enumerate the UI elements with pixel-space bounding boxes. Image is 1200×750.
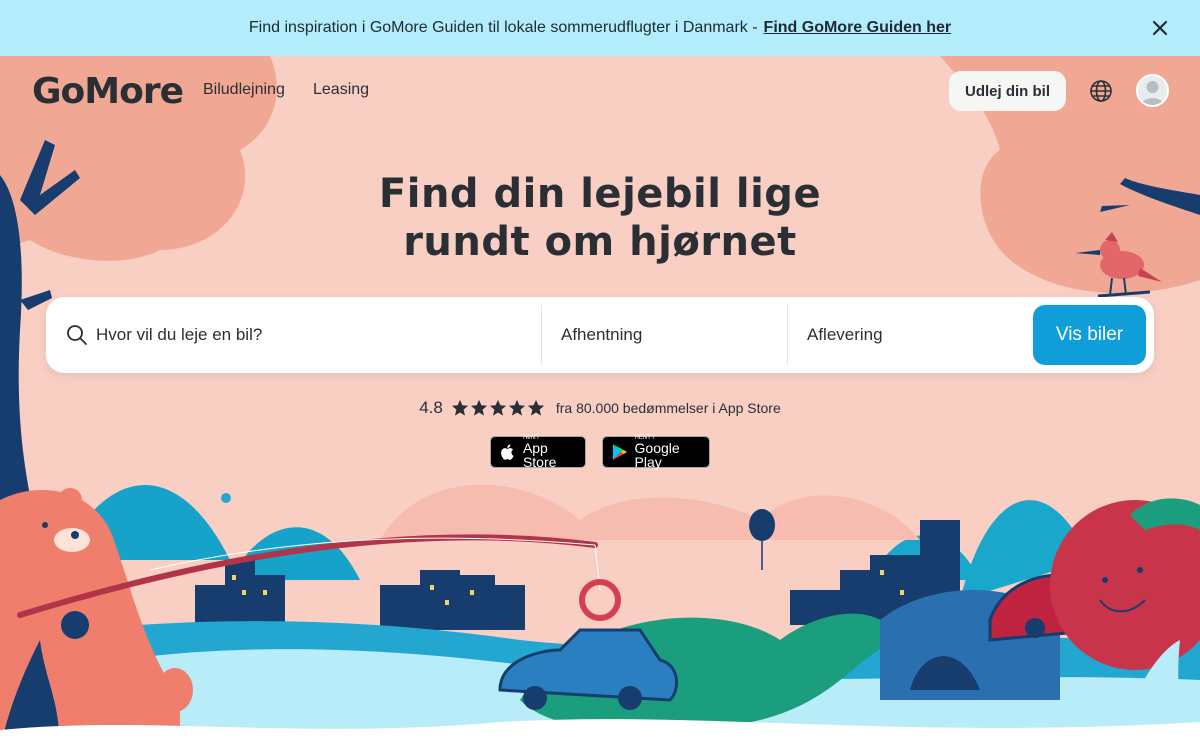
dropoff-date-field[interactable]: Aflevering bbox=[787, 305, 1033, 365]
google-play-badge[interactable]: HENT I Google Play bbox=[602, 435, 710, 470]
star-icon bbox=[451, 399, 468, 416]
hero-headline: Find din lejebil lige rundt om hjørnet bbox=[0, 170, 1200, 266]
nav-link-car-rental[interactable]: Biludlejning bbox=[203, 81, 285, 99]
app-store-badge[interactable]: Hent i App Store bbox=[490, 435, 586, 470]
gomore-logo[interactable]: GoMore bbox=[32, 71, 184, 112]
location-search-field[interactable]: Hvor vil du leje en bil? bbox=[66, 305, 541, 365]
banner-text: Find inspiration i GoMore Guiden til lok… bbox=[248, 19, 758, 36]
search-bar: Hvor vil du leje en bil? Afhentning Afle… bbox=[46, 297, 1154, 373]
star-icon bbox=[508, 399, 525, 416]
location-placeholder: Hvor vil du leje en bil? bbox=[96, 325, 263, 344]
rent-out-car-button[interactable]: Udlej din bil bbox=[949, 71, 1066, 111]
pickup-label: Afhentning bbox=[561, 325, 643, 344]
user-silhouette-icon bbox=[1141, 81, 1164, 105]
rating-score: 4.8 bbox=[419, 398, 443, 417]
google-play-icon bbox=[612, 444, 628, 460]
show-cars-button[interactable]: Vis biler bbox=[1033, 305, 1146, 365]
headline-line-2: rundt om hjørnet bbox=[403, 219, 797, 265]
headline-line-1: Find din lejebil lige bbox=[378, 171, 822, 217]
pickup-date-field[interactable]: Afhentning bbox=[541, 305, 787, 365]
close-icon[interactable] bbox=[1150, 18, 1170, 38]
rating-text: fra 80.000 bedømmelser i App Store bbox=[555, 400, 781, 416]
globe-icon[interactable] bbox=[1089, 79, 1113, 103]
apple-badge-big-text: App Store bbox=[522, 440, 557, 470]
announcement-banner: Find inspiration i GoMore Guiden til lok… bbox=[0, 0, 1200, 56]
top-navigation: GoMore Biludlejning Leasing Udlej din bi… bbox=[0, 56, 1200, 126]
apple-icon bbox=[501, 444, 514, 460]
star-icon bbox=[489, 399, 506, 416]
app-rating: 4.8 fra 80.000 bedømmelser i App Store bbox=[0, 398, 1200, 418]
user-avatar[interactable] bbox=[1136, 74, 1169, 107]
nav-link-leasing[interactable]: Leasing bbox=[313, 81, 369, 99]
star-icon bbox=[470, 399, 487, 416]
search-icon bbox=[67, 325, 87, 345]
dropoff-label: Aflevering bbox=[807, 325, 883, 344]
banner-guide-link[interactable]: Find GoMore Guiden her bbox=[764, 19, 952, 37]
star-icon bbox=[527, 399, 544, 416]
google-badge-big-text: Google Play bbox=[634, 440, 680, 470]
rating-stars bbox=[451, 399, 546, 417]
